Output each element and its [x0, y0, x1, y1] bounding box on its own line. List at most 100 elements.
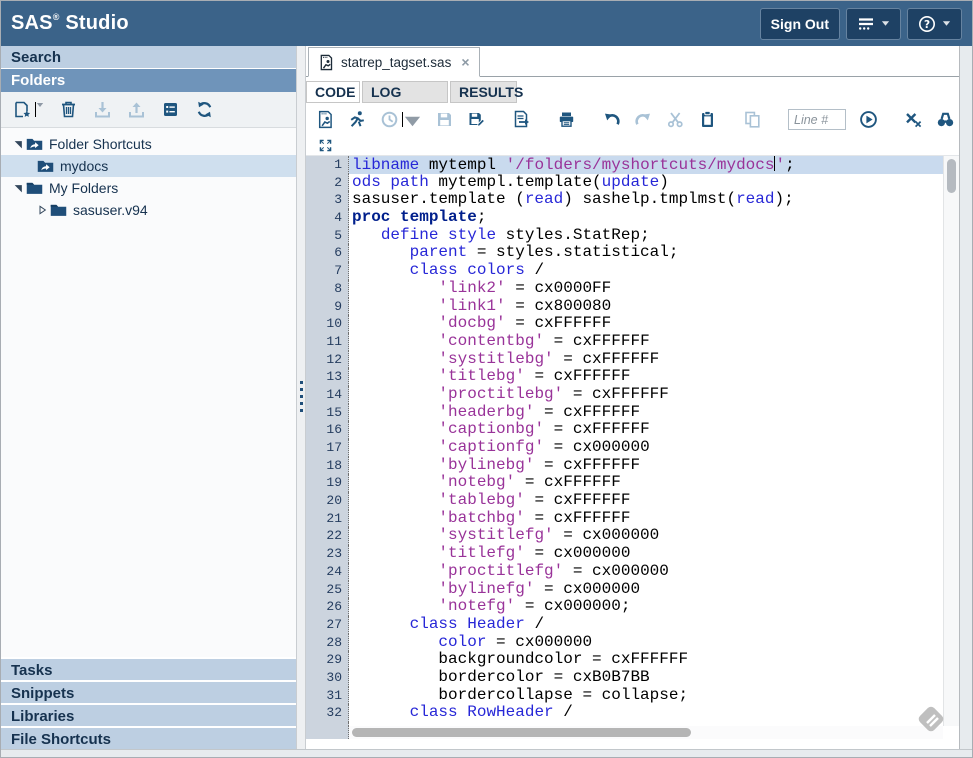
code-line[interactable]: 10 'docbg' = cxFFFFFF [306, 315, 943, 333]
maximize-view-button[interactable] [319, 139, 332, 152]
refresh-icon [195, 100, 214, 119]
section-header-folders[interactable]: Folders [1, 69, 296, 92]
section-header-libraries[interactable]: Libraries [1, 703, 296, 726]
code-line[interactable]: 26 'notefg' = cx000000; [306, 598, 943, 616]
code-line[interactable]: 1libname mytempl '/folders/myshortcuts/m… [306, 156, 943, 174]
code-line[interactable]: 14 'proctitlebg' = cxFFFFFF [306, 386, 943, 404]
redo-button[interactable] [634, 110, 653, 129]
code-editor[interactable]: 1libname mytempl '/folders/myshortcuts/m… [306, 155, 959, 739]
save-button[interactable] [435, 110, 454, 129]
goto-line-button[interactable] [859, 110, 878, 129]
tree-item-mydocs[interactable]: mydocs [1, 155, 296, 177]
code-text: 'systitlebg' = cxFFFFFF [349, 351, 943, 369]
section-header-tasks[interactable]: Tasks [1, 657, 296, 680]
refresh-button[interactable] [195, 100, 214, 119]
vertical-scrollbar-thumb[interactable] [947, 159, 956, 193]
print-button[interactable] [557, 110, 576, 129]
new-button[interactable] [13, 100, 44, 119]
code-line[interactable]: 27 class Header / [306, 616, 943, 634]
code-line[interactable]: 7 class colors / [306, 262, 943, 280]
code-text: color = cx000000 [349, 634, 943, 652]
print-icon [557, 110, 576, 129]
code-line[interactable]: 13 'titlebg' = cxFFFFFF [306, 368, 943, 386]
code-line[interactable]: 23 'titlefg' = cx000000 [306, 545, 943, 563]
section-header-snippets[interactable]: Snippets [1, 680, 296, 703]
help-icon: ? [918, 15, 936, 33]
code-line[interactable]: 11 'contentbg' = cxFFFFFF [306, 333, 943, 351]
code-line[interactable]: 8 'link2' = cx0000FF [306, 280, 943, 298]
tab-results[interactable]: RESULTS [450, 81, 517, 103]
copy-button[interactable] [743, 110, 762, 129]
find-replace-button[interactable] [936, 110, 955, 129]
pane-splitter[interactable] [297, 46, 306, 749]
tab-log[interactable]: LOG [362, 81, 448, 103]
cut-button[interactable] [666, 110, 685, 129]
code-line[interactable]: 22 'systitlefg' = cx000000 [306, 527, 943, 545]
horizontal-scrollbar[interactable] [306, 726, 943, 739]
code-line[interactable]: 18 'bylinebg' = cxFFFFFF [306, 457, 943, 475]
code-line[interactable]: 21 'batchbg' = cxFFFFFF [306, 510, 943, 528]
horizontal-scrollbar-thumb[interactable] [352, 728, 691, 737]
goto-icon [859, 110, 878, 129]
app-options-button[interactable] [846, 8, 901, 40]
tree-item-my-folders[interactable]: My Folders [1, 177, 296, 199]
code-lines[interactable]: 1libname mytempl '/folders/myshortcuts/m… [306, 156, 943, 726]
tree-item-folder-shortcuts[interactable]: Folder Shortcuts [1, 133, 296, 155]
code-line[interactable]: 29 backgroundcolor = cxFFFFFF [306, 651, 943, 669]
tab-code[interactable]: CODE [306, 81, 360, 103]
new-program-button[interactable] [316, 110, 335, 129]
section-header-file-shortcuts[interactable]: File Shortcuts [1, 726, 296, 749]
vertical-scrollbar[interactable] [943, 156, 959, 726]
tab-statrep-tagset[interactable]: statrep_tagset.sas × [308, 47, 480, 77]
code-line[interactable]: 28 color = cx000000 [306, 634, 943, 652]
window-bottom-edge [1, 749, 972, 757]
code-line[interactable]: 24 'proctitlefg' = cx000000 [306, 563, 943, 581]
tree-item-label: Folder Shortcuts [49, 136, 152, 152]
properties-button[interactable] [161, 100, 180, 119]
help-button[interactable]: ? [907, 8, 962, 40]
code-line[interactable]: 30 bordercolor = cxB0B7BB [306, 669, 943, 687]
submission-history-button[interactable] [380, 110, 422, 129]
code-line[interactable]: 5 define style styles.StatRep; [306, 227, 943, 245]
view-tab-bar: CODELOGRESULTS [306, 81, 959, 103]
paste-button[interactable] [698, 110, 717, 129]
sign-out-button[interactable]: Sign Out [760, 8, 840, 40]
code-line[interactable]: 12 'systitlebg' = cxFFFFFF [306, 351, 943, 369]
folder-icon [50, 203, 67, 217]
code-line[interactable]: 2ods path mytempl.template(update) [306, 174, 943, 192]
line-number: 9 [306, 298, 349, 316]
section-header-search[interactable]: Search [1, 46, 296, 69]
expand-expander-icon[interactable] [35, 205, 48, 215]
code-line[interactable]: 32 class RowHeader / [306, 704, 943, 722]
collapse-expander-icon[interactable] [11, 139, 24, 149]
download-button[interactable] [93, 100, 112, 119]
goto-line-input[interactable] [788, 109, 846, 130]
collapse-expander-icon[interactable] [11, 183, 24, 193]
run-button[interactable] [348, 110, 367, 129]
code-line[interactable]: 19 'notebg' = cxFFFFFF [306, 474, 943, 492]
code-line[interactable]: 15 'headerbg' = cxFFFFFF [306, 404, 943, 422]
close-tab-icon[interactable]: × [461, 54, 469, 70]
upload-button[interactable] [127, 100, 146, 119]
horizontal-scrollbar-track[interactable] [349, 726, 943, 739]
code-line[interactable]: 31 bordercollapse = collapse; [306, 687, 943, 705]
clear-code-button[interactable] [904, 110, 923, 129]
save-as-button[interactable] [467, 110, 486, 129]
copy-to-my-folders-button[interactable] [512, 110, 531, 129]
code-line[interactable]: 6 parent = styles.statistical; [306, 244, 943, 262]
code-line[interactable]: 17 'captionfg' = cx000000 [306, 439, 943, 457]
code-line[interactable]: 9 'link1' = cx800080 [306, 298, 943, 316]
undo-button[interactable] [602, 110, 621, 129]
code-text: 'headerbg' = cxFFFFFF [349, 404, 943, 422]
delete-button[interactable] [59, 100, 78, 119]
code-line[interactable]: 4proc template; [306, 209, 943, 227]
code-text: 'docbg' = cxFFFFFF [349, 315, 943, 333]
code-line[interactable]: 16 'captionbg' = cxFFFFFF [306, 421, 943, 439]
tree-item-sasuser-v94[interactable]: sasuser.v94 [1, 199, 296, 221]
code-line[interactable]: 25 'bylinefg' = cx000000 [306, 581, 943, 599]
code-line[interactable]: 20 'tablebg' = cxFFFFFF [306, 492, 943, 510]
code-line[interactable]: 3sasuser.template (read) sashelp.tmplmst… [306, 191, 943, 209]
new-item-icon [13, 100, 32, 119]
app-title: SAS® Studio [11, 12, 129, 35]
line-number: 15 [306, 404, 349, 422]
